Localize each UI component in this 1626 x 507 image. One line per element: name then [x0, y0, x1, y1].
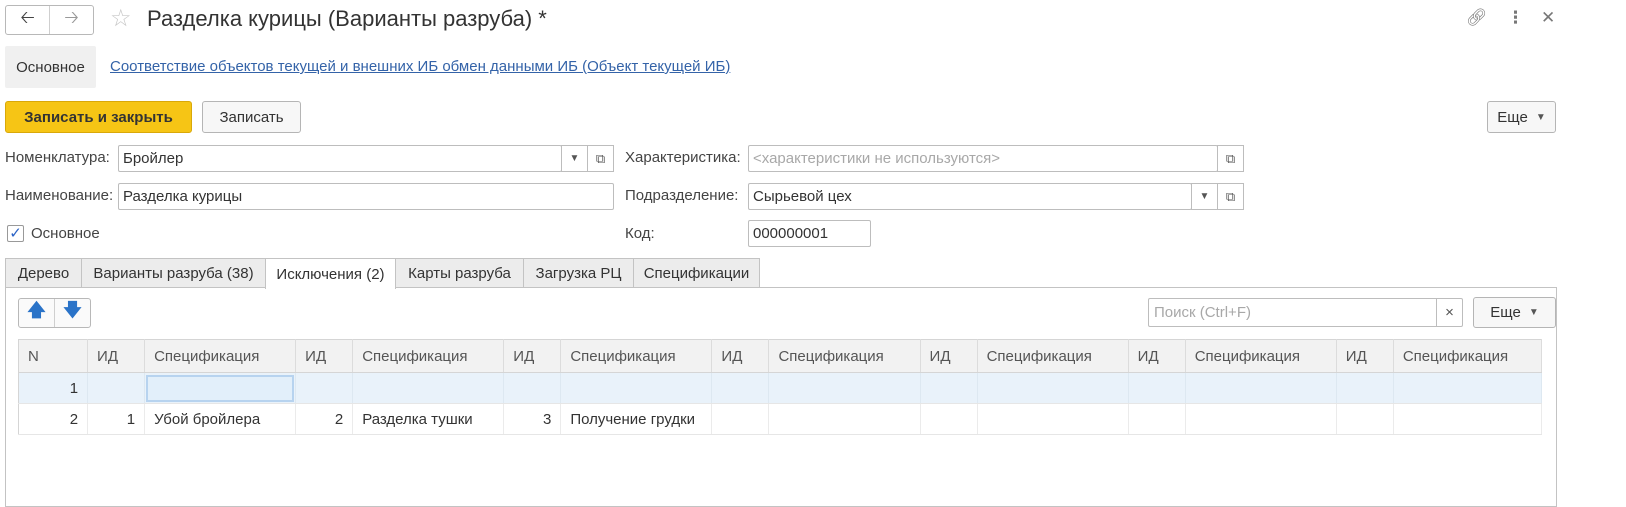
column-header-specification[interactable]: Спецификация — [1185, 339, 1337, 373]
star-icon[interactable]: ☆ — [110, 6, 132, 32]
more-button[interactable]: Еще ▼ — [1487, 101, 1556, 133]
table-cell[interactable] — [1128, 403, 1186, 435]
division-field[interactable]: Сырьевой цех — [748, 183, 1192, 210]
nomenclature-open-icon[interactable]: ⧉ — [587, 145, 614, 172]
table-cell[interactable] — [352, 372, 505, 404]
search-input[interactable] — [1149, 299, 1436, 326]
nomenclature-label: Номенклатура: — [5, 149, 110, 166]
table-cell[interactable] — [977, 372, 1129, 404]
column-header-specification[interactable]: Спецификация — [352, 339, 505, 373]
division-label: Подразделение: — [625, 187, 739, 204]
table-cell[interactable] — [87, 372, 146, 404]
table-cell[interactable] — [1393, 372, 1543, 404]
save-button[interactable]: Записать — [202, 101, 301, 133]
table-cell[interactable]: 3 — [503, 403, 562, 435]
link-icon[interactable]: 🔗︎ — [1466, 8, 1488, 28]
table-cell[interactable]: 1 — [18, 372, 89, 404]
section-link-matching[interactable]: Соответствие объектов текущей и внешних … — [110, 58, 730, 75]
chevron-down-icon: ▼ — [1528, 307, 1539, 318]
table-cell[interactable] — [711, 372, 770, 404]
forward-arrow-icon[interactable]: 🡢 — [49, 6, 93, 34]
table-cell[interactable]: 2 — [295, 403, 354, 435]
column-header-id[interactable]: ИД — [295, 339, 354, 373]
more-label: Еще — [1497, 108, 1528, 126]
table-cell[interactable]: Получение грудки — [560, 403, 713, 435]
tab-tree[interactable]: Дерево — [5, 258, 82, 288]
table-more-label: Еще — [1490, 304, 1521, 321]
table-cell[interactable] — [1393, 403, 1543, 435]
column-header-id[interactable]: ИД — [87, 339, 146, 373]
code-label: Код: — [625, 225, 655, 242]
column-header-n[interactable]: N — [18, 339, 89, 373]
nomenclature-field[interactable]: Бройлер — [118, 145, 562, 172]
clear-icon[interactable]: × — [1436, 299, 1462, 326]
table-cell[interactable] — [1128, 372, 1186, 404]
tab-load-rc[interactable]: Загрузка РЦ — [523, 258, 634, 288]
table-cell[interactable] — [711, 403, 770, 435]
main-checkbox-label: Основное — [31, 225, 100, 242]
name-label: Наименование: — [5, 187, 114, 204]
column-header-id[interactable]: ИД — [1128, 339, 1186, 373]
table-row[interactable]: 2 1 Убой бройлера 2 Разделка тушки 3 Пол… — [18, 403, 1543, 435]
characteristic-open-icon[interactable]: ⧉ — [1217, 145, 1244, 172]
table-cell[interactable] — [295, 372, 354, 404]
table-cell[interactable] — [768, 372, 921, 404]
current-cell[interactable] — [144, 372, 297, 404]
tab-exceptions[interactable]: Исключения (2) — [265, 258, 396, 289]
table-cell[interactable]: Убой бройлера — [144, 403, 297, 435]
table-cell[interactable] — [768, 403, 921, 435]
table-more-button[interactable]: Еще ▼ — [1473, 297, 1556, 328]
chevron-down-icon: ▼ — [1535, 111, 1546, 123]
current-cell-box[interactable] — [146, 374, 295, 402]
name-field[interactable]: Разделка курицы — [118, 183, 614, 210]
table-cell[interactable] — [1336, 403, 1394, 435]
column-header-specification[interactable]: Спецификация — [1393, 339, 1543, 373]
column-header-specification[interactable]: Спецификация — [768, 339, 921, 373]
characteristic-field[interactable]: <характеристики не используются> — [748, 145, 1218, 172]
table-cell[interactable]: 1 — [87, 403, 146, 435]
table-cell[interactable] — [503, 372, 562, 404]
move-buttons: 🡅 🡇 — [18, 298, 91, 328]
save-and-close-button[interactable]: Записать и закрыть — [5, 101, 192, 133]
table-cell[interactable]: 2 — [18, 403, 89, 435]
table-cell[interactable] — [1185, 403, 1337, 435]
table-cell[interactable] — [920, 372, 978, 404]
tab-specifications[interactable]: Спецификации — [633, 258, 760, 288]
move-down-icon[interactable]: 🡇 — [54, 299, 90, 327]
section-main[interactable]: Основное — [5, 46, 96, 88]
column-header-id[interactable]: ИД — [503, 339, 562, 373]
column-header-id[interactable]: ИД — [920, 339, 978, 373]
table-cell[interactable] — [1185, 372, 1337, 404]
table-row[interactable]: 1 — [18, 372, 1543, 404]
tab-cutting-variants[interactable]: Варианты разруба (38) — [81, 258, 266, 288]
code-field[interactable]: 000000001 — [748, 220, 871, 247]
table-cell[interactable] — [920, 403, 978, 435]
table-cell[interactable]: Разделка тушки — [352, 403, 505, 435]
column-header-specification[interactable]: Спецификация — [144, 339, 297, 373]
division-open-icon[interactable]: ⧉ — [1217, 183, 1244, 210]
more-vertical-icon[interactable]: ⋮ — [1507, 8, 1524, 28]
close-icon[interactable]: ✕ — [1541, 8, 1555, 28]
column-header-id[interactable]: ИД — [711, 339, 770, 373]
tab-cutting-maps[interactable]: Карты разруба — [395, 258, 524, 288]
navigation-buttons: 🡠 🡢 — [5, 5, 94, 35]
table-cell[interactable] — [977, 403, 1129, 435]
table-header-row: N ИД Спецификация ИД Спецификация ИД Спе… — [18, 339, 1543, 373]
main-checkbox[interactable]: ✓ — [7, 225, 24, 242]
move-up-icon[interactable]: 🡅 — [19, 299, 54, 327]
search-box: × — [1148, 298, 1463, 327]
division-dropdown-icon[interactable]: ▼ — [1191, 183, 1218, 210]
characteristic-label: Характеристика: — [625, 149, 741, 166]
page-title: Разделка курицы (Варианты разруба) * — [147, 6, 547, 31]
nomenclature-dropdown-icon[interactable]: ▼ — [561, 145, 588, 172]
back-arrow-icon[interactable]: 🡠 — [6, 6, 49, 34]
column-header-id[interactable]: ИД — [1336, 339, 1394, 373]
column-header-specification[interactable]: Спецификация — [560, 339, 713, 373]
table-cell[interactable] — [560, 372, 713, 404]
exceptions-table: N ИД Спецификация ИД Спецификация ИД Спе… — [18, 339, 1543, 435]
table-cell[interactable] — [1336, 372, 1394, 404]
column-header-specification[interactable]: Спецификация — [977, 339, 1129, 373]
